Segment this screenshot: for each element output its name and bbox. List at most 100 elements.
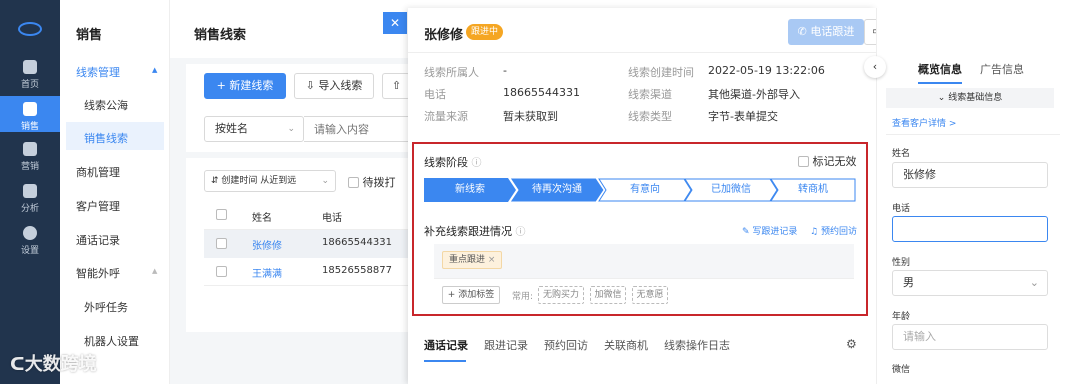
tab-revisit[interactable]: 预约回访 <box>544 337 588 353</box>
write-record-link[interactable]: ✎ 写跟进记录 <box>742 224 797 237</box>
col-name-header: 姓名 <box>252 213 272 224</box>
filter-select[interactable]: 按姓名 ⌄ <box>204 116 304 142</box>
home-icon <box>23 60 37 74</box>
common-tag[interactable]: 无购买力 <box>538 286 584 304</box>
pending-checkbox[interactable] <box>348 177 359 188</box>
chevron-down-icon: ⌄ <box>937 93 949 103</box>
mark-invalid-checkbox[interactable]: 标记无效 <box>798 153 857 169</box>
nav-outbound-task[interactable]: 外呼任务 <box>84 299 128 315</box>
row-name-link[interactable]: 张修修 <box>252 237 282 252</box>
channel-value: 其他渠道-外部导入 <box>708 88 800 101</box>
stage-step[interactable]: 待再次沟通 <box>510 178 604 202</box>
close-icon[interactable]: × <box>488 255 496 265</box>
nav-customer-mgmt[interactable]: 客户管理 <box>76 198 120 214</box>
rail-settings[interactable]: 设置 <box>0 226 60 256</box>
tab-overview[interactable]: 概览信息 <box>918 61 962 77</box>
rail-sales[interactable]: 销售 <box>0 96 60 132</box>
source-value: 暂未获取到 <box>503 110 558 123</box>
nav-biz-mgmt[interactable]: 商机管理 <box>76 164 120 180</box>
nav-clue-pool[interactable]: 线索公海 <box>84 97 128 113</box>
gear-icon[interactable]: ⚙ <box>846 337 857 351</box>
phone-icon: ✆ <box>797 25 811 38</box>
type-label: 线索类型 <box>628 110 672 123</box>
rail-analysis[interactable]: 分析 <box>0 184 60 214</box>
gear-icon <box>23 226 37 240</box>
page-title: 销售线索 <box>194 28 247 43</box>
rail-home[interactable]: 首页 <box>0 60 60 90</box>
help-icon: ⓘ <box>471 158 482 169</box>
close-icon: ✕ <box>389 16 401 30</box>
book-revisit-link[interactable]: ♫ 预约回访 <box>810 224 857 237</box>
phone-field[interactable] <box>892 216 1048 242</box>
section-divider <box>886 134 1060 135</box>
export-button[interactable]: ⇧ <box>382 73 410 99</box>
overview-underline <box>918 82 962 84</box>
source-label: 流量来源 <box>424 110 468 123</box>
channel-label: 线索渠道 <box>628 88 672 101</box>
nav-smart-call[interactable]: 智能外呼 <box>76 265 120 281</box>
common-tag[interactable]: 加微信 <box>590 286 626 304</box>
created-label: 线索创建时间 <box>628 66 694 79</box>
row-name-link[interactable]: 王满满 <box>252 265 282 280</box>
help-icon: ⓘ <box>515 227 526 238</box>
type-value: 字节-表单提交 <box>708 110 778 123</box>
select-all-checkbox[interactable] <box>216 209 227 220</box>
row-checkbox[interactable] <box>216 238 227 249</box>
watermark-logo-icon: ᑕ <box>10 354 25 375</box>
new-clue-button[interactable]: + 新建线索 <box>204 73 286 99</box>
tag-divider <box>434 278 854 279</box>
tab-call-record[interactable]: 通话记录 <box>424 337 468 353</box>
phone-icon <box>23 102 37 116</box>
chevron-down-icon: ⌄ <box>287 124 295 134</box>
export-icon: ⇧ <box>391 79 402 92</box>
phone-label: 电话 <box>892 204 911 214</box>
pen-icon: ✎ <box>742 227 753 237</box>
tab-ad-info[interactable]: 广告信息 <box>980 61 1024 77</box>
stage-step[interactable]: 已加微信 <box>684 178 778 202</box>
active-tab-underline <box>424 360 466 362</box>
rail-marketing[interactable]: 营销 <box>0 142 60 172</box>
close-drawer-button[interactable]: ✕ <box>383 12 407 34</box>
nav-title: 销售 <box>76 28 103 43</box>
tab-operation-log[interactable]: 线索操作日志 <box>664 337 730 353</box>
name-field[interactable]: 张修修 <box>892 162 1048 188</box>
selected-tag[interactable]: 重点跟进 × <box>442 251 503 269</box>
followup-title: 补充线索跟进情况 ⓘ <box>424 225 526 238</box>
tab-related-biz[interactable]: 关联商机 <box>604 337 648 353</box>
stage-step[interactable]: 转商机 <box>770 178 856 202</box>
collapse-panel-button[interactable]: ‹ <box>864 56 886 78</box>
import-icon: ⇩ <box>305 79 319 92</box>
stage-step[interactable]: 有意向 <box>598 178 692 202</box>
chevron-down-icon: ⌄ <box>321 176 329 186</box>
stage-title: 线索阶段 ⓘ <box>424 156 482 169</box>
stage-step[interactable]: 新线索 <box>424 178 516 202</box>
pending-filter[interactable]: 待拨打 <box>348 174 396 190</box>
call-followup-button[interactable]: ✆ 电话跟进 <box>788 19 864 45</box>
common-tag[interactable]: 无意愿 <box>632 286 668 304</box>
owner-label: 线索所属人 <box>424 66 479 79</box>
import-clue-button[interactable]: ⇩ 导入线索 <box>294 73 374 99</box>
nav-robot-settings[interactable]: 机器人设置 <box>84 333 139 349</box>
tab-followup-record[interactable]: 跟进记录 <box>484 337 528 353</box>
view-customer-link[interactable]: 查看客户详情 > <box>892 116 956 129</box>
chart-icon <box>23 184 37 198</box>
add-tag-button[interactable]: + 添加标签 <box>442 286 500 304</box>
app-logo <box>18 22 42 36</box>
left-rail: 首页 销售 营销 分析 设置 <box>0 0 60 384</box>
section-header[interactable]: ⌄ 线索基础信息 <box>886 88 1054 108</box>
nav-sales-clue[interactable]: 销售线索 <box>84 130 128 146</box>
created-value: 2022-05-19 13:22:06 <box>708 64 825 77</box>
side-nav: 销售 线索管理 ▲ 线索公海 销售线索 商机管理 客户管理 通话记录 智能外呼 … <box>60 0 170 384</box>
status-badge: 跟进中 <box>466 24 504 40</box>
invalid-checkbox[interactable] <box>798 156 809 167</box>
search-input[interactable] <box>304 116 410 142</box>
wechat-label: 微信 <box>892 365 911 375</box>
gender-select[interactable]: 男 ⌄ <box>892 270 1048 296</box>
age-field[interactable]: 请输入 <box>892 324 1048 350</box>
chevron-down-icon: ⌄ <box>1029 276 1039 289</box>
nav-clue-mgmt[interactable]: 线索管理 <box>76 64 120 80</box>
sort-select[interactable]: ⇵ 创建时间 从近到远 ⌄ <box>204 170 336 192</box>
nav-call-record[interactable]: 通话记录 <box>76 232 120 248</box>
table-header <box>204 200 410 230</box>
row-checkbox[interactable] <box>216 266 227 277</box>
